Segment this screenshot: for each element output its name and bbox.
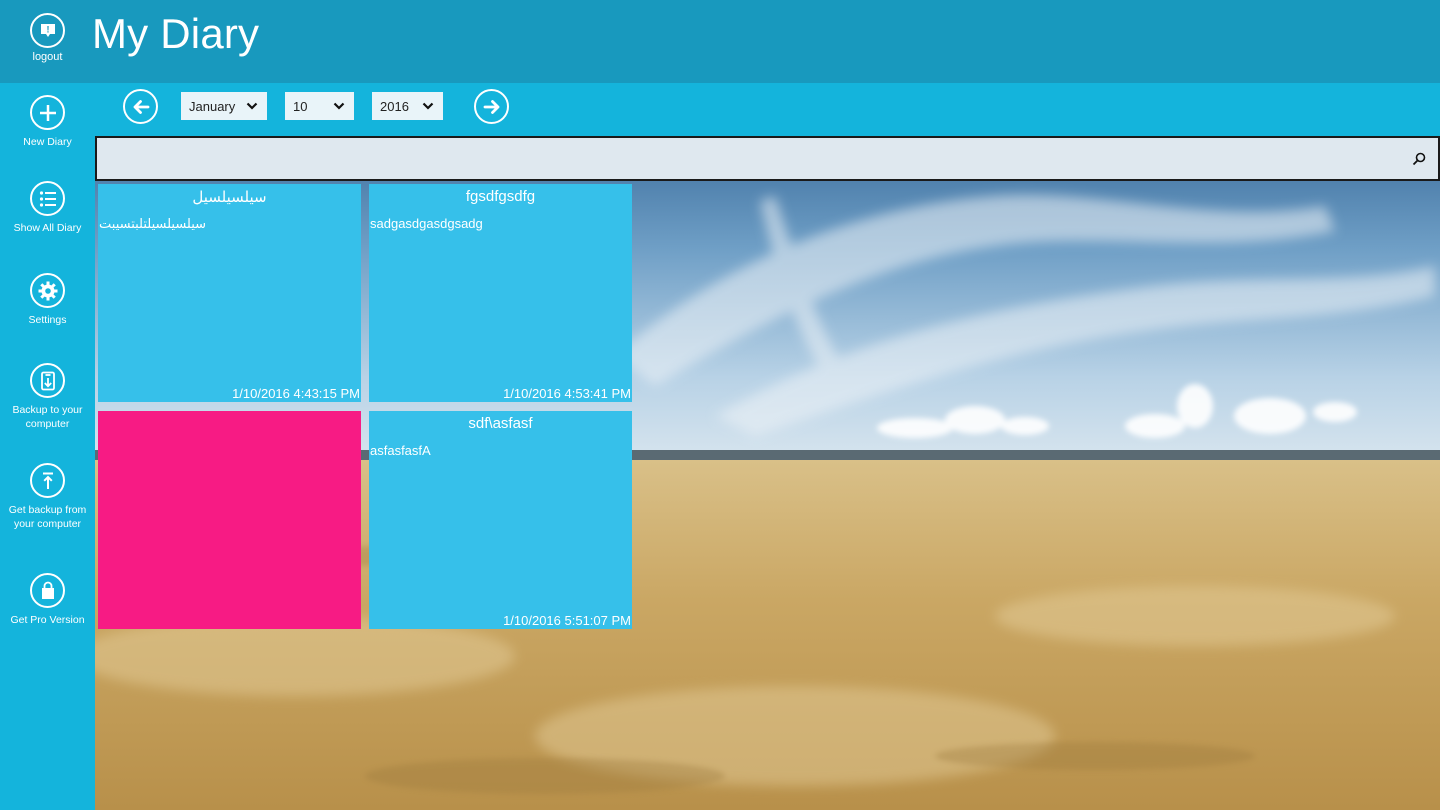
search-icon[interactable]: [1412, 152, 1426, 171]
month-value: January: [189, 98, 236, 114]
sidebar: New Diary Show All Diary Settings Backup…: [0, 83, 95, 810]
arrow-left-icon: [123, 89, 158, 124]
list-icon: [30, 181, 65, 216]
date-toolbar: January 10 2016: [95, 83, 1440, 136]
search-bar: [95, 136, 1440, 181]
entry-title: fgsdfgsdfg: [465, 188, 536, 205]
arrow-right-icon: [474, 89, 509, 124]
download-icon: [30, 363, 65, 398]
year-value: 2016: [380, 98, 409, 114]
logout-button[interactable]: ! logout: [0, 0, 95, 83]
entry-date: 1/10/2016 5:51:07 PM: [503, 613, 631, 628]
entry-body: سيلسيلسيلتلبتسيبت: [99, 216, 207, 231]
day-value: 10: [293, 98, 308, 114]
app-title: My Diary: [92, 10, 260, 57]
new-diary-label: New Diary: [23, 136, 72, 148]
get-backup-label: Get backup from your computer: [8, 504, 87, 530]
entry-date: 1/10/2016 4:53:41 PM: [503, 386, 631, 401]
day-select[interactable]: 10: [285, 92, 354, 120]
diary-content-area: سيلسيلسيل سيلسيلسيلتلبتسيبت 1/10/2016 4:…: [95, 136, 1440, 810]
entry-title: sdf\asfasf: [468, 415, 533, 432]
logout-label: logout: [32, 51, 63, 63]
year-select[interactable]: 2016: [372, 92, 443, 120]
entry-body: sadgasdgasdgsadg: [370, 216, 483, 231]
chevron-down-icon: [332, 99, 346, 116]
chevron-down-icon: [245, 99, 259, 116]
previous-day-button[interactable]: [123, 89, 158, 124]
upload-icon: [30, 463, 65, 498]
diary-entry-tile-pink[interactable]: [98, 411, 361, 629]
next-day-button[interactable]: [474, 89, 509, 124]
get-backup-button[interactable]: Get backup from your computer: [0, 463, 95, 531]
show-all-diary-button[interactable]: Show All Diary: [0, 181, 95, 235]
svg-text:!: !: [46, 24, 49, 34]
entry-title: سيلسيلسيل: [192, 189, 267, 206]
gear-icon: [30, 273, 65, 308]
backup-to-computer-button[interactable]: Backup to your computer: [0, 363, 95, 431]
chevron-down-icon: [421, 99, 435, 116]
logout-icon: !: [30, 13, 65, 48]
plus-icon: [30, 95, 65, 130]
get-pro-version-button[interactable]: Get Pro Version: [0, 573, 95, 627]
entry-date: 1/10/2016 4:43:15 PM: [232, 386, 360, 401]
get-pro-version-label: Get Pro Version: [10, 614, 85, 626]
new-diary-button[interactable]: New Diary: [0, 95, 95, 149]
diary-entry-tile[interactable]: fgsdfgsdfg sadgasdgasdgsadg 1/10/2016 4:…: [369, 184, 632, 402]
backup-to-computer-label: Backup to your computer: [12, 404, 83, 430]
diary-entry-tile[interactable]: سيلسيلسيل سيلسيلسيلتلبتسيبت 1/10/2016 4:…: [98, 184, 361, 402]
app-window: ! logout My Diary New Diary Show All Dia…: [0, 0, 1440, 810]
search-input[interactable]: [105, 146, 1395, 171]
diary-entry-tile[interactable]: sdf\asfasf asfasfasfA 1/10/2016 5:51:07 …: [369, 411, 632, 629]
settings-label: Settings: [28, 314, 67, 326]
show-all-diary-label: Show All Diary: [13, 222, 82, 234]
header-bar: ! logout My Diary: [0, 0, 1440, 83]
month-select[interactable]: January: [181, 92, 267, 120]
entry-body: asfasfasfA: [370, 443, 431, 458]
shopping-bag-icon: [30, 573, 65, 608]
settings-button[interactable]: Settings: [0, 273, 95, 327]
